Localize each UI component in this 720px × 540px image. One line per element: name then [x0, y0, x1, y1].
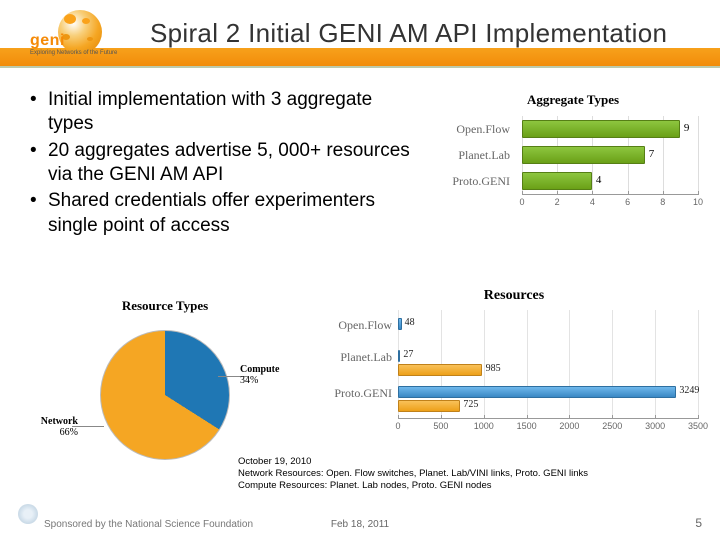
footnote: October 19, 2010 Network Resources: Open… [238, 456, 668, 492]
tick-label: 3500 [688, 421, 708, 431]
axis-category: Proto.GENI [438, 174, 516, 189]
bar-planetlab-compute [398, 364, 482, 376]
axis-category: Proto.GENI [314, 386, 392, 401]
bar-openflow [522, 120, 680, 138]
resources-chart: Resources Open.Flow 48 Planet.Lab 27 985… [318, 288, 710, 436]
tick-label: 4 [590, 197, 595, 207]
tick-label: 1500 [517, 421, 537, 431]
tick-label: 0 [519, 197, 524, 207]
axis-category: Planet.Lab [438, 148, 516, 163]
pie-slice-label-compute: Compute34% [240, 364, 279, 386]
bar-value: 27 [403, 349, 413, 360]
footer-date: Feb 18, 2011 [0, 519, 720, 530]
tick-label: 8 [660, 197, 665, 207]
pie-icon [100, 330, 230, 460]
x-axis: 0 500 1000 1500 2000 2500 3000 3500 [398, 418, 698, 436]
bar-protogeni-network [398, 386, 676, 398]
label-pct: 34% [240, 375, 258, 386]
label-pct: 66% [60, 427, 78, 438]
axis-category: Planet.Lab [314, 350, 392, 365]
chart-title: Aggregate Types [438, 92, 708, 108]
page-title: Spiral 2 Initial GENI AM API Implementat… [150, 18, 667, 49]
bar-value: 3249 [679, 385, 699, 396]
tick-label: 3000 [645, 421, 665, 431]
logo-text: geni [30, 32, 140, 50]
bar-value: 725 [463, 399, 478, 410]
bar-protogeni [522, 172, 592, 190]
label-text: Network [41, 416, 78, 427]
label-text: Compute [240, 364, 279, 375]
tick-label: 0 [395, 421, 400, 431]
bar-planetlab-network [398, 350, 400, 362]
tick-label: 2 [555, 197, 560, 207]
bar-value: 4 [596, 174, 602, 186]
axis-category: Open.Flow [314, 318, 392, 333]
bullet-item: •Shared credentials offer experimenters … [30, 189, 420, 238]
geni-logo: geni Exploring Networks of the Future [30, 10, 140, 62]
tick-label: 2500 [602, 421, 622, 431]
chart-title: Resource Types [30, 298, 300, 314]
bullet-list: •Initial implementation with 3 aggregate… [30, 88, 420, 240]
tick-label: 6 [625, 197, 630, 207]
slide: geni Exploring Networks of the Future Sp… [0, 0, 720, 540]
axis-category: Open.Flow [438, 122, 516, 137]
footer: Sponsored by the National Science Founda… [0, 512, 720, 530]
bar-openflow-network [398, 318, 402, 330]
bullet-text: 20 aggregates advertise 5, 000+ resource… [48, 139, 420, 188]
bullet-item: •20 aggregates advertise 5, 000+ resourc… [30, 139, 420, 188]
bullet-text: Shared credentials offer experimenters s… [48, 189, 420, 238]
bullet-text: Initial implementation with 3 aggregate … [48, 88, 420, 137]
bar-planetlab [522, 146, 645, 164]
logo-tagline: Exploring Networks of the Future [30, 50, 140, 57]
page-number: 5 [695, 516, 702, 530]
aggregate-types-chart: Aggregate Types Open.Flow Planet.Lab Pro… [438, 92, 708, 210]
tick-label: 10 [693, 197, 703, 207]
chart-title: Resources [318, 288, 710, 304]
tick-label: 500 [433, 421, 448, 431]
bar-value: 985 [486, 363, 501, 374]
note-line: Network Resources: Open. Flow switches, … [238, 468, 668, 480]
resource-types-chart: Resource Types Compute34% Network66% [30, 298, 300, 470]
note-line: October 19, 2010 [238, 456, 668, 468]
bullet-item: •Initial implementation with 3 aggregate… [30, 88, 420, 137]
tick-label: 2000 [559, 421, 579, 431]
tick-label: 1000 [474, 421, 494, 431]
note-line: Compute Resources: Planet. Lab nodes, Pr… [238, 480, 668, 492]
bar-protogeni-compute [398, 400, 460, 412]
x-axis: 0 2 4 6 8 10 [522, 194, 698, 210]
bar-value: 7 [649, 148, 655, 160]
bar-value: 48 [405, 317, 415, 328]
bar-value: 9 [684, 122, 690, 134]
pie-slice-label-network: Network66% [30, 416, 78, 438]
